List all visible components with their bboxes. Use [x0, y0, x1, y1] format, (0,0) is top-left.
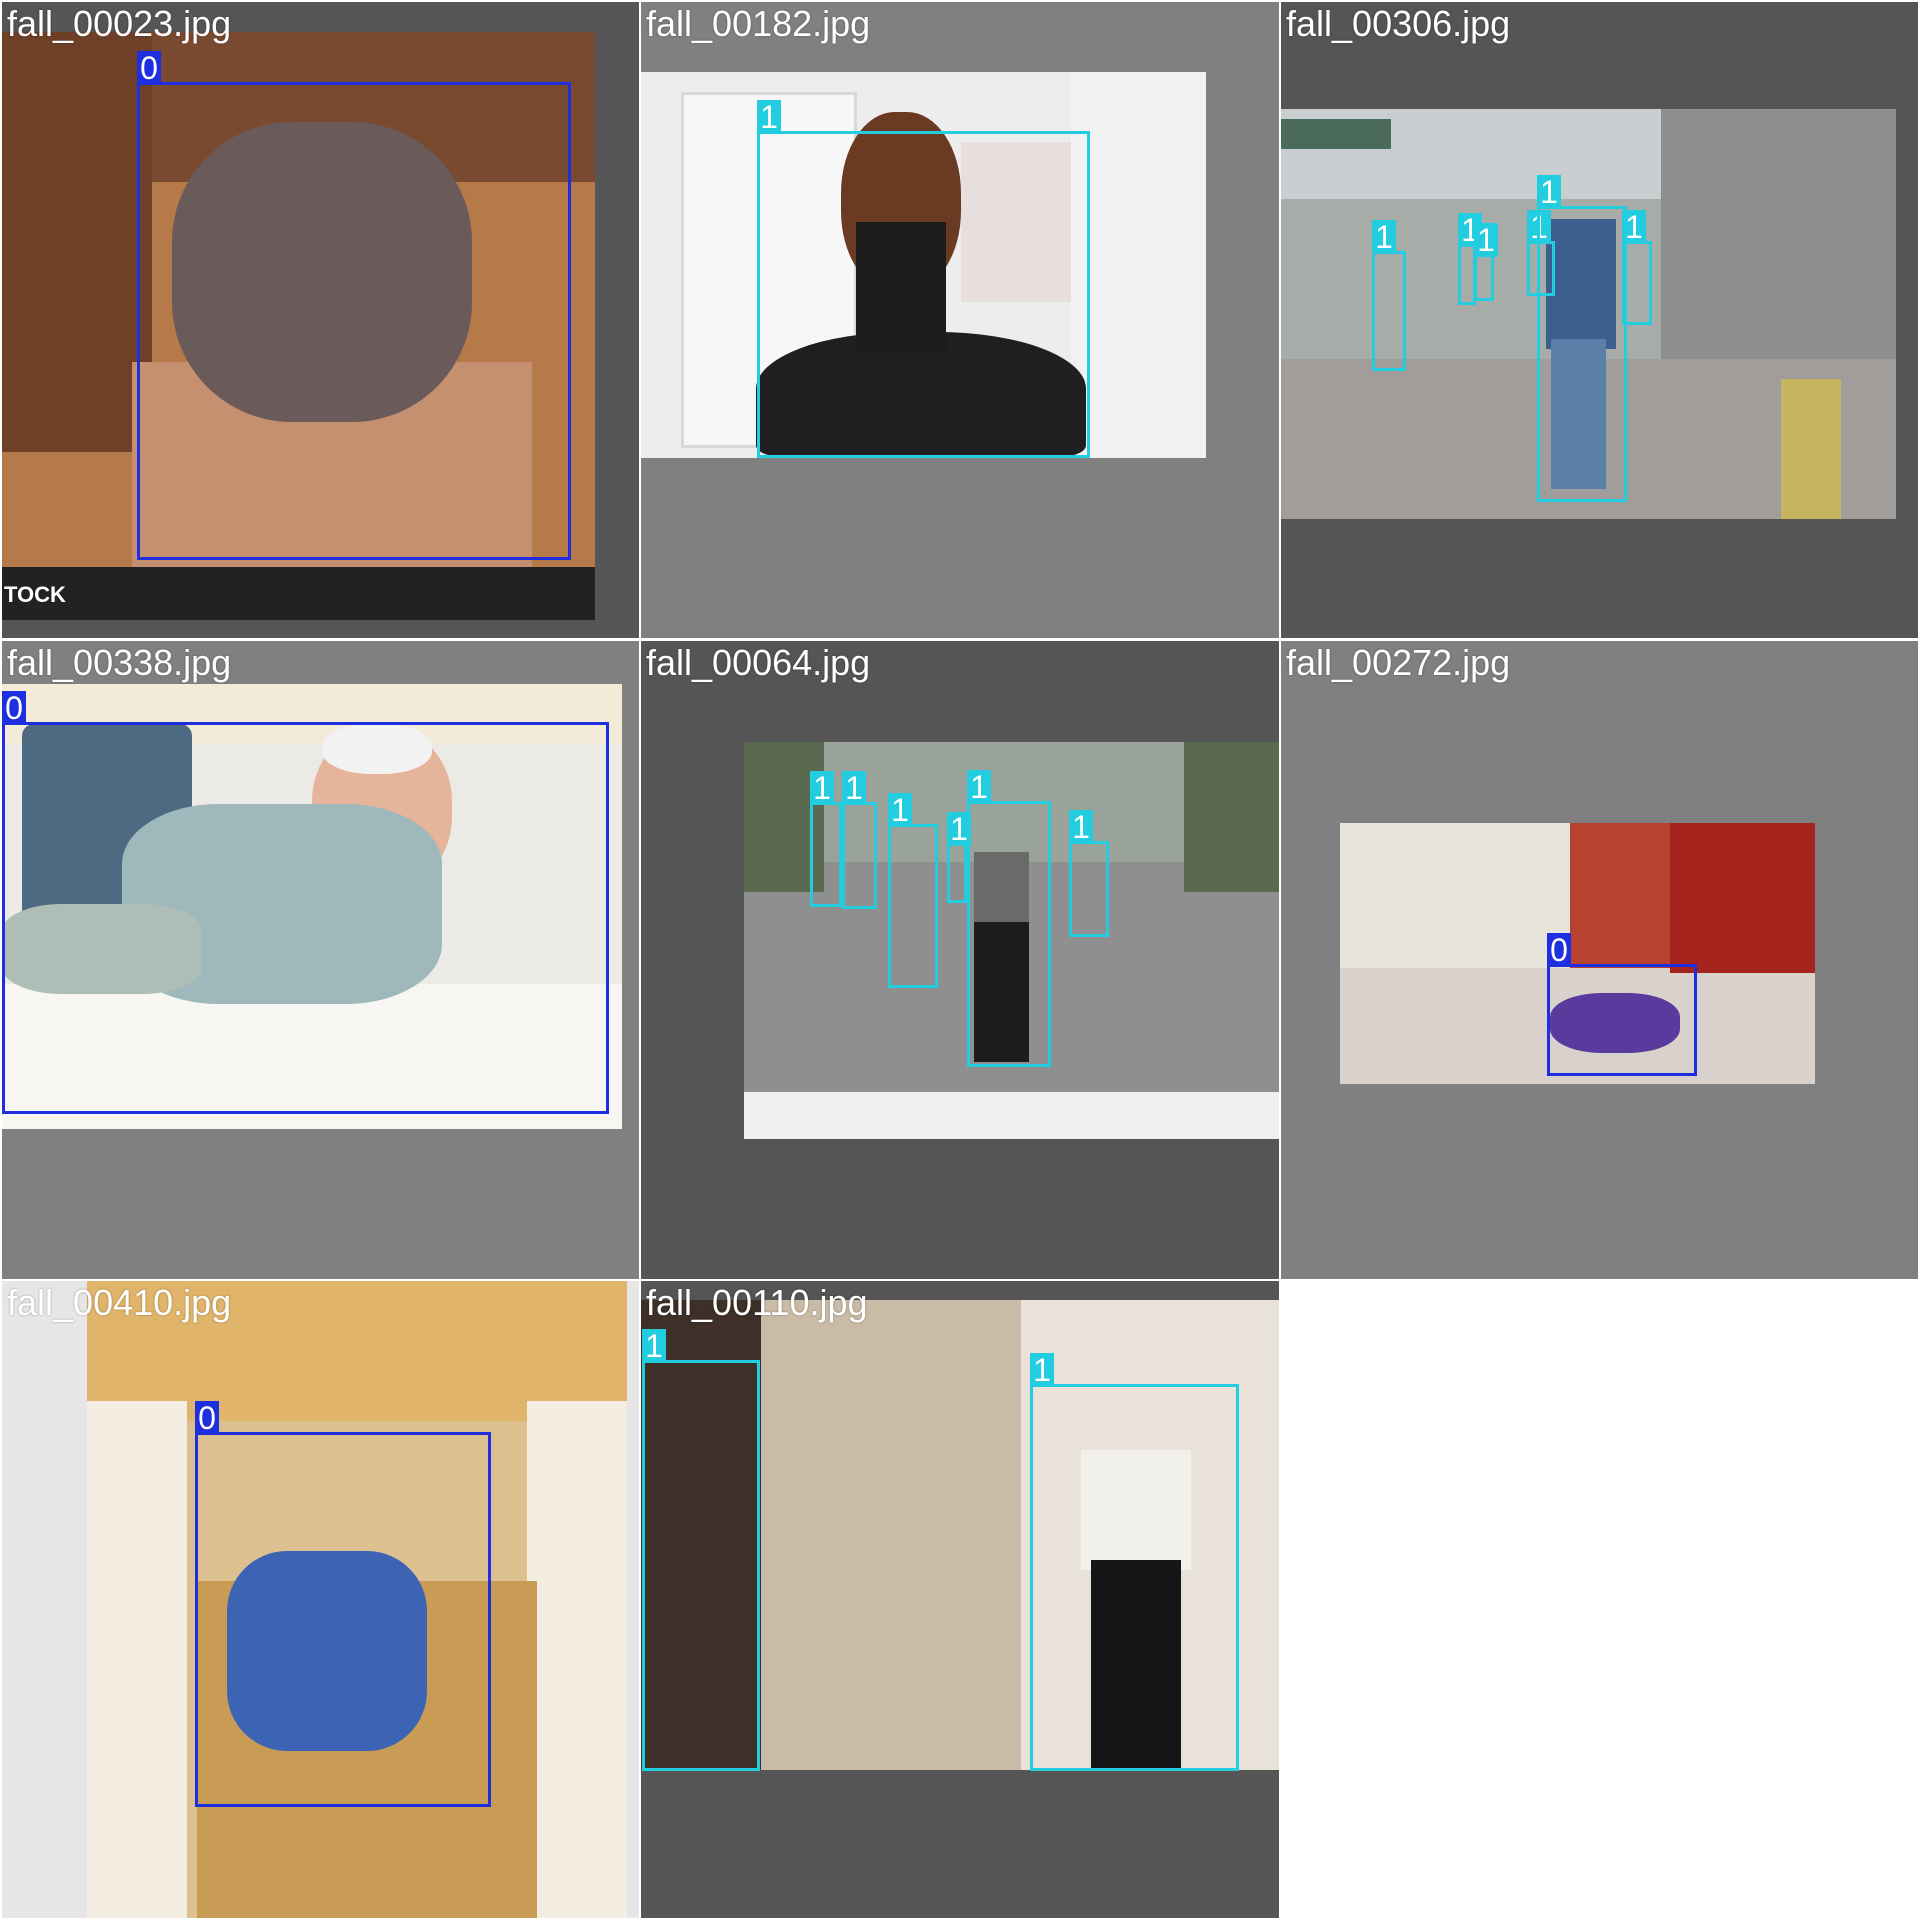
detection-box: 1: [1474, 223, 1498, 301]
class-label: 1: [842, 771, 866, 805]
class-label: 1: [810, 771, 834, 805]
detection-box: 0: [195, 1401, 491, 1807]
detection-box: 1: [1372, 220, 1406, 371]
tile-filename: fall_00272.jpg: [1286, 642, 1511, 683]
detection-box: 1: [888, 793, 938, 988]
detection-box: 1: [1030, 1353, 1239, 1771]
tile-filename: fall_00064.jpg: [646, 642, 871, 683]
class-label: 1: [1537, 175, 1561, 209]
mosaic-tile: TOCK 0 fall_00023.jpg: [2, 2, 639, 638]
tile-filename: fall_00306.jpg: [1286, 3, 1511, 44]
photo-watermark: TOCK: [4, 582, 66, 607]
mosaic-tile: 0 fall_00272.jpg: [1281, 641, 1918, 1279]
detection-box: 1: [1622, 210, 1652, 325]
tile-filename: fall_00338.jpg: [7, 642, 232, 683]
class-label: 1: [757, 100, 781, 134]
detection-box: 0: [2, 691, 609, 1114]
detection-box: 1: [642, 1329, 760, 1771]
mosaic-tile: 1 1 fall_00110.jpg: [641, 1281, 1279, 1918]
tile-filename: fall_00182.jpg: [646, 3, 871, 44]
class-label: 1: [1069, 810, 1093, 844]
mosaic-tile: 0 fall_00410.jpg: [2, 1281, 639, 1918]
class-label: 1: [888, 793, 912, 827]
detection-box: 1: [967, 770, 1051, 1067]
class-label: 1: [967, 770, 991, 804]
detection-mosaic: TOCK 0 fall_00023.jpg 1 fall_00182.jpg 1…: [0, 0, 1920, 1920]
detection-box: 1: [757, 100, 1090, 458]
detection-box: 0: [1547, 933, 1697, 1076]
class-label: 1: [1372, 220, 1396, 254]
class-label: 1: [1622, 210, 1646, 244]
detection-box: 1: [1069, 810, 1109, 937]
detection-box: 1: [947, 812, 971, 903]
mosaic-tile: 1 fall_00182.jpg: [641, 2, 1279, 638]
class-label: 0: [2, 691, 26, 725]
class-label: 1: [1474, 223, 1498, 257]
class-label: 0: [195, 1401, 219, 1435]
detection-box: 1: [810, 771, 842, 907]
class-label: 1: [642, 1329, 666, 1363]
detection-box: 1: [842, 771, 877, 909]
class-label: 0: [1547, 933, 1571, 967]
detection-box: 0: [137, 51, 571, 560]
detection-box: 1: [1537, 175, 1627, 502]
class-label: 1: [1030, 1353, 1054, 1387]
mosaic-tile: 0 fall_00338.jpg: [2, 641, 639, 1279]
mosaic-tile: 1 1 1 1 1 1 fall_00306.jpg: [1281, 2, 1918, 638]
mosaic-tile: 1 1 1 1 1 1 fall_00064.jpg: [641, 641, 1279, 1279]
class-label: 0: [137, 51, 161, 85]
